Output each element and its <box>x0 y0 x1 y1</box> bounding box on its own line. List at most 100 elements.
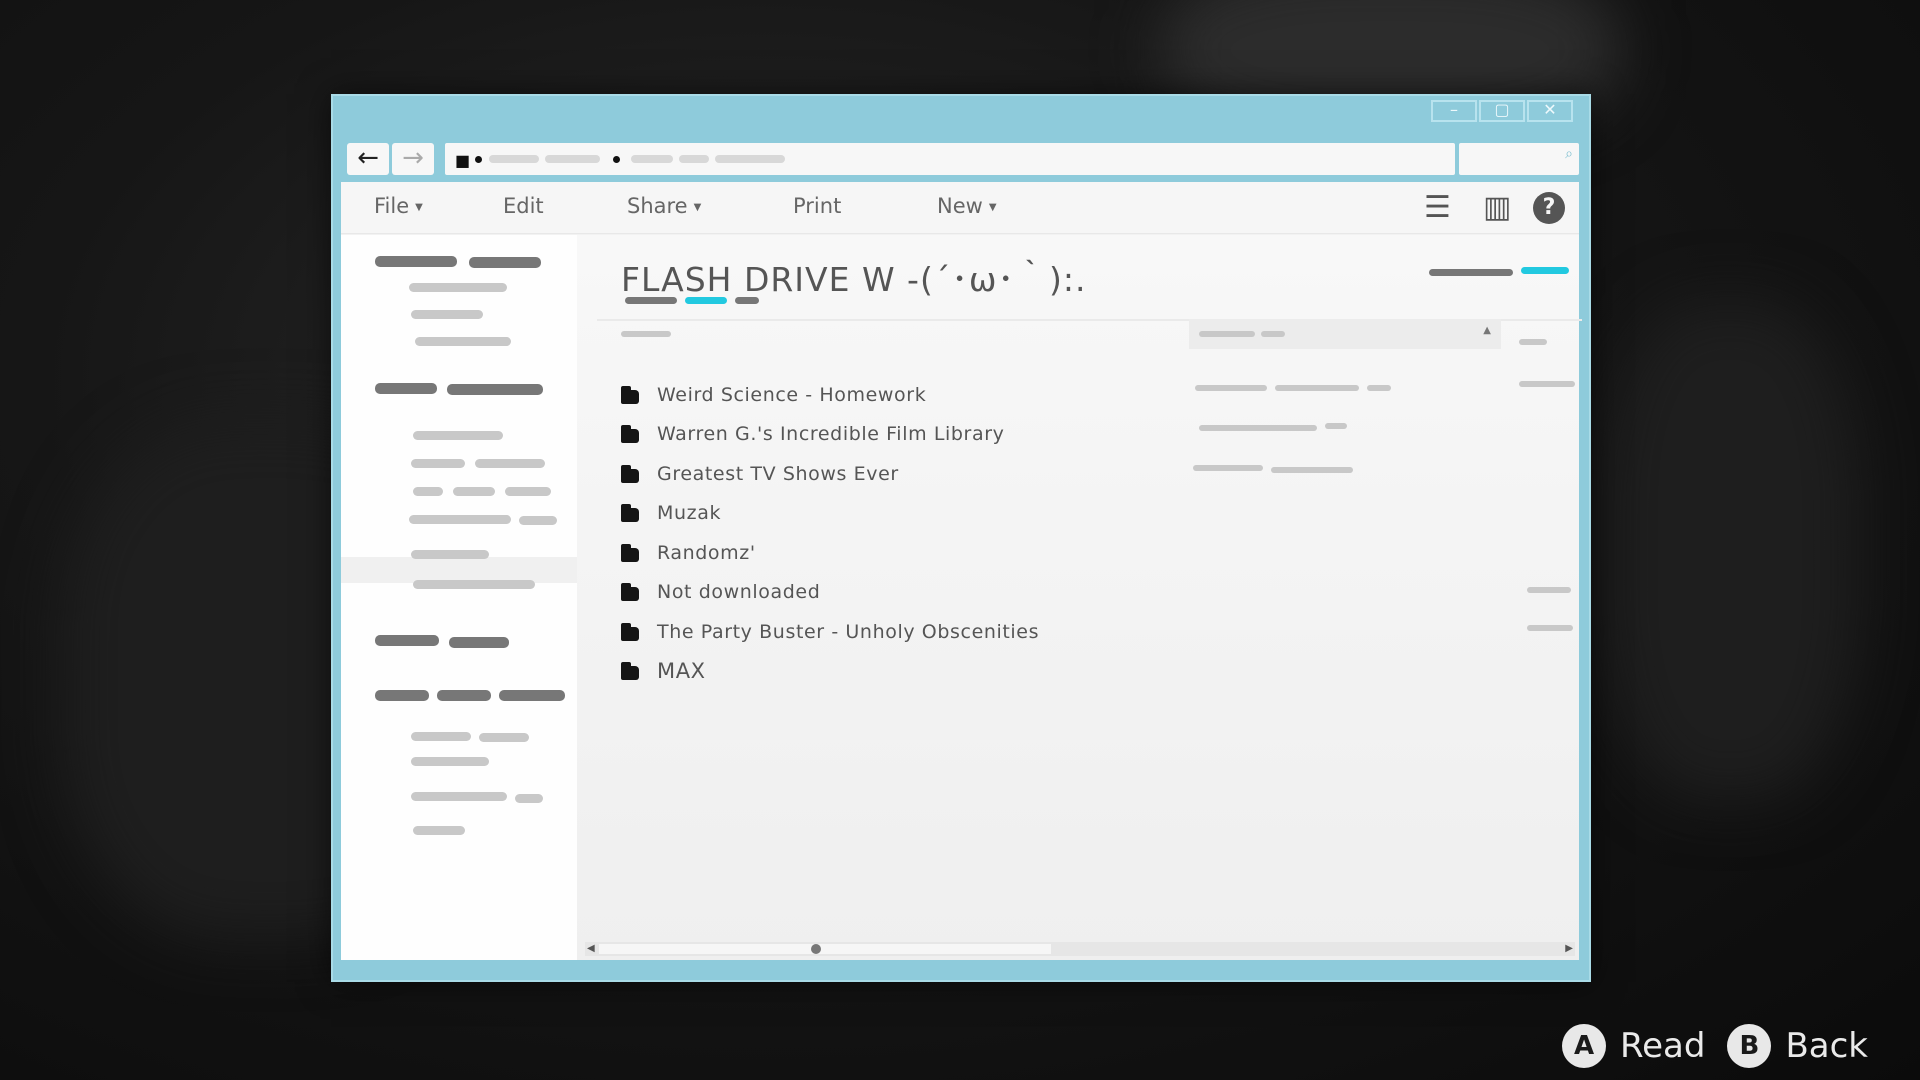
sidebar-item[interactable] <box>411 310 483 319</box>
background-shape <box>1600 300 1860 800</box>
list-item-greatest-tv[interactable]: Greatest TV Shows Ever <box>621 454 1039 494</box>
address-bar[interactable]: ■ <box>445 143 1455 175</box>
scrollbar-grip[interactable] <box>811 944 821 954</box>
list-item-muzak[interactable]: Muzak <box>621 494 1039 534</box>
path-segment <box>631 155 673 163</box>
sidebar-item[interactable] <box>411 732 471 741</box>
sidebar-item[interactable] <box>411 550 489 559</box>
details-line <box>1199 425 1317 431</box>
list-item-max[interactable]: MAX <box>621 652 1039 692</box>
a-button-icon[interactable]: A <box>1562 1024 1607 1068</box>
read-label: Read <box>1620 1026 1706 1066</box>
controller-hints: A Read B Back <box>1562 1024 1868 1068</box>
list-item-weird-science[interactable]: Weird Science - Homework <box>621 375 1039 415</box>
sidebar-item[interactable] <box>409 283 507 292</box>
b-button-icon[interactable]: B <box>1727 1024 1772 1068</box>
sidebar-item[interactable] <box>413 487 443 496</box>
sidebar-heading <box>375 383 437 394</box>
details-panel-label <box>1261 331 1285 337</box>
sidebar-item[interactable] <box>415 337 511 346</box>
details-line <box>1195 385 1267 391</box>
sidebar-item[interactable] <box>453 487 495 496</box>
sidebar-item[interactable] <box>411 757 489 766</box>
details-panel-label <box>1199 331 1255 337</box>
sidebar-item[interactable] <box>479 733 529 742</box>
folder-icon <box>621 385 643 404</box>
path-segment <box>715 155 785 163</box>
scroll-left-icon[interactable]: ◀ <box>587 942 595 956</box>
menu-file[interactable]: File ▼ <box>374 194 423 218</box>
path-segment <box>545 155 600 163</box>
title-underline <box>625 297 677 304</box>
list-view-icon[interactable]: ☰ <box>1424 190 1451 225</box>
help-icon[interactable]: ? <box>1533 192 1565 224</box>
folder-icon <box>621 543 643 562</box>
menu-new-label: New <box>937 194 983 218</box>
back-label: Back <box>1785 1026 1868 1066</box>
back-button[interactable]: ← <box>347 143 389 175</box>
search-icon: ⌕ <box>1565 146 1573 162</box>
folder-icon <box>621 583 643 602</box>
details-line <box>1271 467 1353 473</box>
path-segment <box>489 155 539 163</box>
sidebar-item[interactable] <box>475 459 545 468</box>
search-box[interactable]: ⌕ <box>1459 143 1579 175</box>
details-line <box>1519 381 1575 387</box>
menu-file-label: File <box>374 194 410 218</box>
view-option[interactable] <box>1429 269 1513 276</box>
sidebar-item[interactable] <box>413 580 535 589</box>
horizontal-scrollbar[interactable]: ◀ ▶ <box>585 942 1575 956</box>
details-line <box>1193 465 1263 471</box>
file-list: Weird Science - Homework Warren G.'s Inc… <box>621 375 1039 691</box>
menu-print[interactable]: Print <box>793 194 841 218</box>
chevron-down-icon: ▼ <box>693 201 702 213</box>
sidebar-item[interactable] <box>413 826 465 835</box>
file-explorer-window: – ▢ ✕ ← → ■ ⌕ File ▼ Edit Share ▼ Print <box>331 94 1591 982</box>
forward-button[interactable]: → <box>392 143 434 175</box>
menu-edit[interactable]: Edit <box>503 194 544 218</box>
list-item-party-buster[interactable]: The Party Buster - Unholy Obscenities <box>621 612 1039 652</box>
path-separator <box>475 156 482 163</box>
sidebar-item[interactable] <box>411 459 465 468</box>
menu-new[interactable]: New ▼ <box>937 194 997 218</box>
file-name: MAX <box>657 659 706 684</box>
list-item-randomz[interactable]: Randomz' <box>621 533 1039 573</box>
sidebar-item[interactable] <box>409 515 511 524</box>
sidebar-item[interactable] <box>515 794 543 803</box>
details-line <box>1527 625 1573 631</box>
explorer-client-area: File ▼ Edit Share ▼ Print New ▼ ☰ ▥ ? FL… <box>341 182 1582 960</box>
preview-pane-icon[interactable]: ▥ <box>1483 190 1511 225</box>
sidebar-item[interactable] <box>413 431 503 440</box>
details-panel-header[interactable]: ▲ <box>1189 319 1501 349</box>
file-name: Randomz' <box>657 541 756 564</box>
sidebar-heading <box>375 635 439 646</box>
page-title: FLASH DRIVE W -(´･ω･｀):. <box>621 260 1087 299</box>
sidebar-heading <box>469 257 541 268</box>
sidebar-item[interactable] <box>411 792 507 801</box>
title-underline <box>735 297 759 304</box>
list-item-not-downloaded[interactable]: Not downloaded <box>621 573 1039 613</box>
scrollbar-thumb[interactable] <box>599 944 1051 954</box>
sidebar-heading <box>447 384 543 395</box>
column-header[interactable] <box>621 331 671 337</box>
view-option-active[interactable] <box>1521 267 1569 274</box>
chevron-down-icon: ▼ <box>415 201 423 213</box>
folder-icon <box>621 464 643 483</box>
folder-icon <box>621 622 643 641</box>
file-name: Weird Science - Homework <box>657 383 927 406</box>
details-line <box>1367 385 1391 391</box>
sidebar-item[interactable] <box>505 487 551 496</box>
scroll-right-icon[interactable]: ▶ <box>1565 942 1573 956</box>
details-line <box>1275 385 1359 391</box>
maximize-button[interactable]: ▢ <box>1479 100 1525 122</box>
file-name: Warren G.'s Incredible Film Library <box>657 423 1005 446</box>
menu-share[interactable]: Share ▼ <box>627 194 701 218</box>
details-line <box>1527 587 1571 593</box>
sidebar-item[interactable] <box>519 516 557 525</box>
sidebar-heading <box>437 690 491 701</box>
menu-edit-label: Edit <box>503 194 544 218</box>
list-item-warren-g[interactable]: Warren G.'s Incredible Film Library <box>621 415 1039 455</box>
close-button[interactable]: ✕ <box>1527 100 1573 122</box>
minimize-button[interactable]: – <box>1431 100 1477 122</box>
menu-share-label: Share <box>627 194 688 218</box>
